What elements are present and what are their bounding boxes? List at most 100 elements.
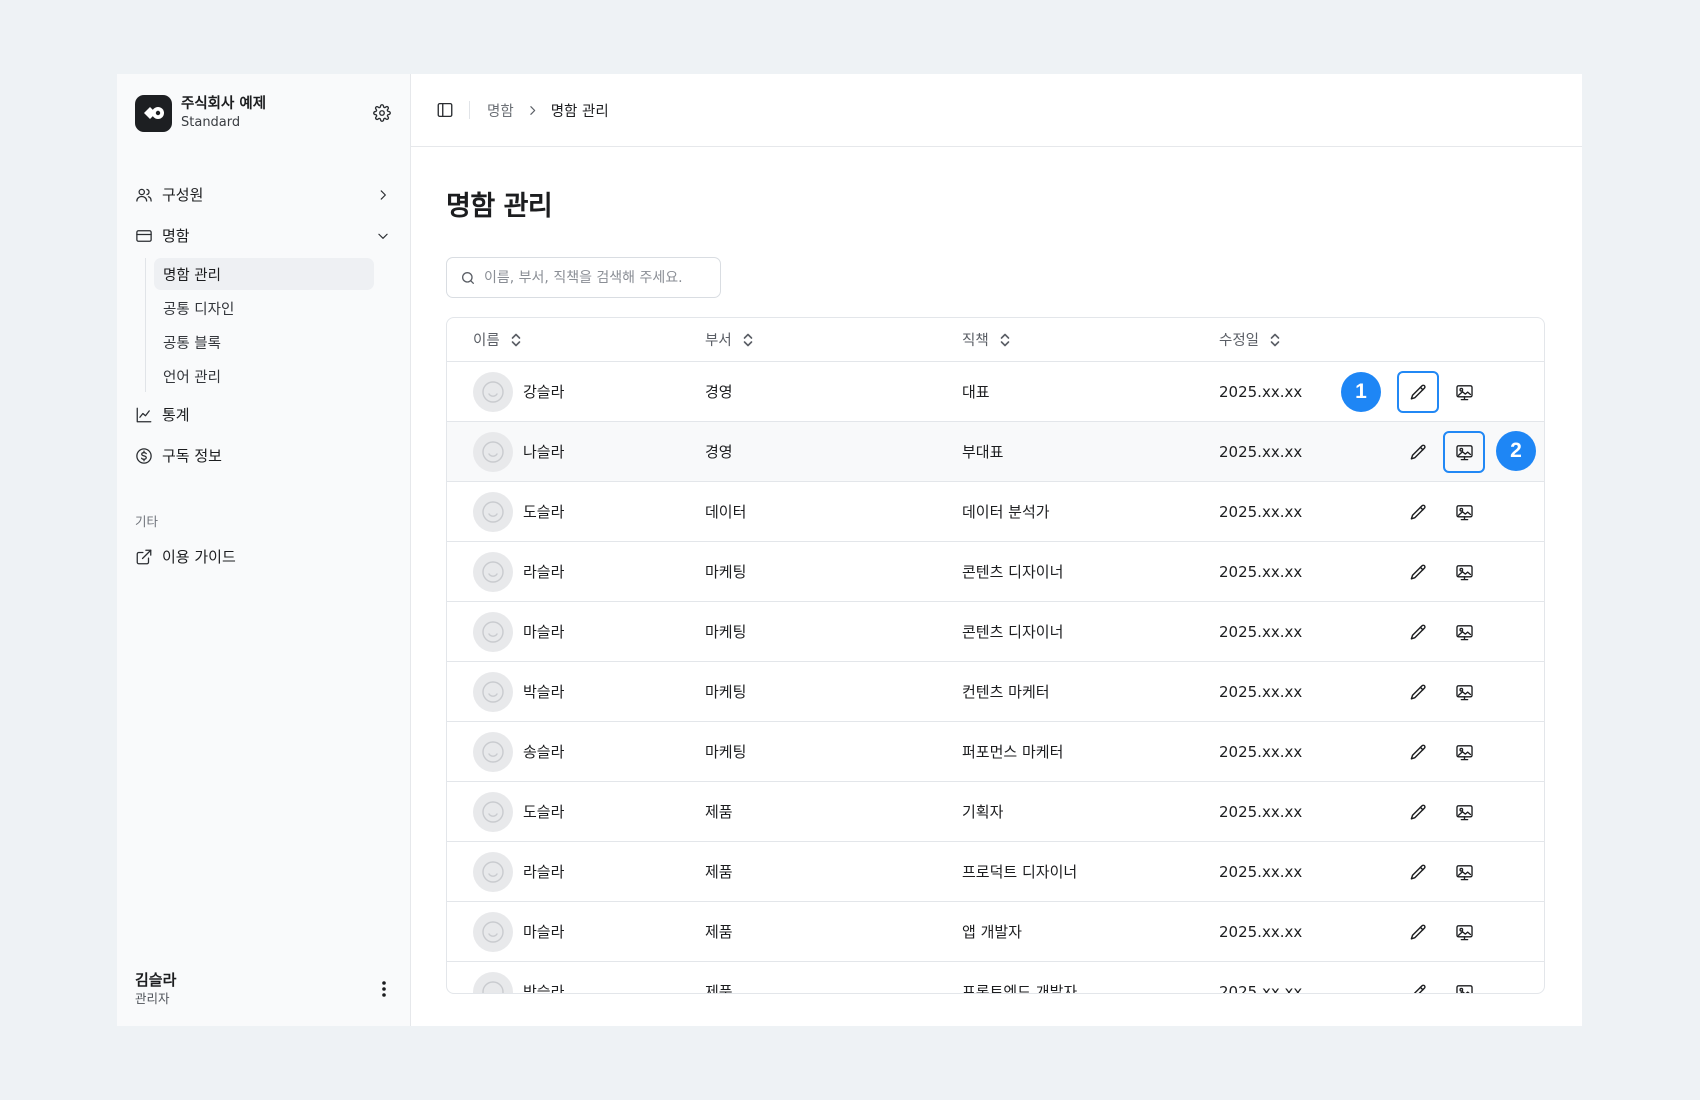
- card-image-button[interactable]: [1443, 971, 1485, 993]
- row-title: 데이터 분석가: [962, 503, 1050, 521]
- sidebar-subitem-common-design[interactable]: 공통 디자인: [154, 292, 374, 324]
- card-image-button[interactable]: [1443, 731, 1485, 773]
- card-image-button[interactable]: [1443, 911, 1485, 953]
- table-row[interactable]: 마슬라 제품 앱 개발자 2025.xx.xx: [447, 902, 1544, 962]
- sidebar-item-stats[interactable]: 통계: [135, 394, 393, 435]
- row-name: 도슬라: [523, 803, 565, 821]
- chevron-right-icon: [526, 104, 539, 117]
- edit-button[interactable]: [1397, 551, 1439, 593]
- chevron-right-icon: [375, 187, 391, 203]
- card-image-button[interactable]: [1443, 551, 1485, 593]
- edit-button[interactable]: [1397, 911, 1439, 953]
- table-row[interactable]: 라슬라 제품 프로덕트 디자이너 2025.xx.xx: [447, 842, 1544, 902]
- row-date: 2025.xx.xx: [1219, 862, 1303, 881]
- sidebar-nav: 구성원 명함 명함 관리 공통 디자인 공통 블록 언어 관리 통계 구독 정보: [135, 174, 393, 476]
- card-image-button[interactable]: [1443, 851, 1485, 893]
- column-header-title[interactable]: 직책: [962, 329, 1219, 350]
- column-header-date[interactable]: 수정일: [1219, 329, 1382, 350]
- callout-badge-1: 1: [1341, 372, 1381, 412]
- user-profile: 김슬라 관리자: [135, 970, 393, 1007]
- pencil-icon: [1409, 503, 1428, 522]
- sidebar-toggle-icon[interactable]: [435, 100, 455, 120]
- row-title: 콘텐츠 디자이너: [962, 623, 1064, 641]
- edit-button[interactable]: [1397, 491, 1439, 533]
- workspace-plan: Standard: [181, 114, 241, 130]
- card-image-button[interactable]: [1443, 611, 1485, 653]
- edit-button[interactable]: [1397, 431, 1439, 473]
- column-header-dept[interactable]: 부서: [705, 329, 962, 350]
- card-image-button[interactable]: [1443, 371, 1485, 413]
- edit-button[interactable]: [1397, 611, 1439, 653]
- sidebar-item-guide[interactable]: 이용 가이드: [135, 536, 393, 577]
- row-date: 2025.xx.xx: [1219, 562, 1303, 581]
- column-header-name[interactable]: 이름: [447, 329, 705, 350]
- breadcrumb: 명함 명함 관리: [487, 100, 609, 121]
- row-date: 2025.xx.xx: [1219, 742, 1303, 761]
- sidebar-subitem-language[interactable]: 언어 관리: [154, 360, 374, 392]
- brand-logo: [135, 94, 172, 132]
- more-vertical-icon[interactable]: [375, 978, 393, 1000]
- card-image-button[interactable]: [1443, 431, 1485, 473]
- edit-button[interactable]: [1397, 371, 1439, 413]
- sidebar-item-label: 구독 정보: [162, 447, 222, 465]
- column-label: 부서: [705, 333, 732, 349]
- edit-button[interactable]: [1397, 671, 1439, 713]
- gear-icon[interactable]: [371, 102, 393, 124]
- row-title: 앱 개발자: [962, 923, 1022, 941]
- column-label: 직책: [962, 333, 989, 349]
- sort-icon[interactable]: [999, 332, 1011, 348]
- row-name: 박슬라: [523, 983, 565, 994]
- sort-icon[interactable]: [1269, 332, 1281, 348]
- card-image-icon: [1455, 503, 1474, 522]
- sidebar-subitem-card-management[interactable]: 명함 관리: [154, 258, 374, 290]
- card-image-icon: [1455, 803, 1474, 822]
- card-image-button[interactable]: [1443, 791, 1485, 833]
- cards-subnav: 명함 관리 공통 디자인 공통 블록 언어 관리: [145, 258, 393, 392]
- pencil-icon: [1409, 383, 1428, 402]
- sidebar-item-subscription[interactable]: 구독 정보: [135, 435, 393, 476]
- card-table: 이름 부서 직책 수정일 강슬라 경영 대표 2025.xx.xx 나슬라 경영…: [446, 317, 1545, 994]
- card-image-icon: [1455, 563, 1474, 582]
- search-box[interactable]: [446, 257, 721, 298]
- edit-button[interactable]: [1397, 731, 1439, 773]
- avatar: [473, 431, 513, 472]
- edit-button[interactable]: [1397, 791, 1439, 833]
- pencil-icon: [1409, 923, 1428, 942]
- table-row[interactable]: 박슬라 제품 프론트엔드 개발자 2025.xx.xx: [447, 962, 1544, 994]
- sidebar-subitem-common-block[interactable]: 공통 블록: [154, 326, 374, 358]
- table-row[interactable]: 박슬라 마케팅 컨텐츠 마케터 2025.xx.xx: [447, 662, 1544, 722]
- sidebar-item-members[interactable]: 구성원: [135, 174, 393, 215]
- table-row[interactable]: 도슬라 데이터 데이터 분석가 2025.xx.xx: [447, 482, 1544, 542]
- row-name: 도슬라: [523, 503, 565, 521]
- edit-button[interactable]: [1397, 851, 1439, 893]
- sort-icon[interactable]: [510, 332, 522, 348]
- sidebar-item-cards[interactable]: 명함: [135, 215, 393, 256]
- table-row[interactable]: 라슬라 마케팅 콘텐츠 디자이너 2025.xx.xx: [447, 542, 1544, 602]
- breadcrumb-parent[interactable]: 명함: [487, 100, 514, 121]
- table-row[interactable]: 송슬라 마케팅 퍼포먼스 마케터 2025.xx.xx: [447, 722, 1544, 782]
- row-title: 부대표: [962, 443, 1004, 461]
- workspace-header[interactable]: 주식회사 예제 Standard: [135, 94, 393, 132]
- table-row[interactable]: 마슬라 마케팅 콘텐츠 디자이너 2025.xx.xx: [447, 602, 1544, 662]
- user-role: 관리자: [135, 991, 170, 1006]
- sidebar-item-label: 이용 가이드: [162, 548, 236, 566]
- topbar: 명함 명함 관리: [411, 74, 1582, 147]
- row-dept: 마케팅: [705, 563, 747, 581]
- card-image-button[interactable]: [1443, 671, 1485, 713]
- table-row[interactable]: 나슬라 경영 부대표 2025.xx.xx: [447, 422, 1544, 482]
- card-image-button[interactable]: [1443, 491, 1485, 533]
- page-title: 명함 관리: [446, 191, 553, 222]
- avatar: [473, 911, 513, 952]
- search-input[interactable]: [484, 269, 704, 286]
- table-row[interactable]: 도슬라 제품 기획자 2025.xx.xx: [447, 782, 1544, 842]
- chart-icon: [135, 406, 153, 424]
- row-dept: 마케팅: [705, 743, 747, 761]
- avatar: [473, 491, 513, 532]
- pencil-icon: [1409, 743, 1428, 762]
- sort-icon[interactable]: [742, 332, 754, 348]
- row-title: 기획자: [962, 803, 1004, 821]
- row-dept: 경영: [705, 443, 733, 461]
- callout-badge-2: 2: [1496, 431, 1536, 471]
- edit-button[interactable]: [1397, 971, 1439, 993]
- avatar: [473, 611, 513, 652]
